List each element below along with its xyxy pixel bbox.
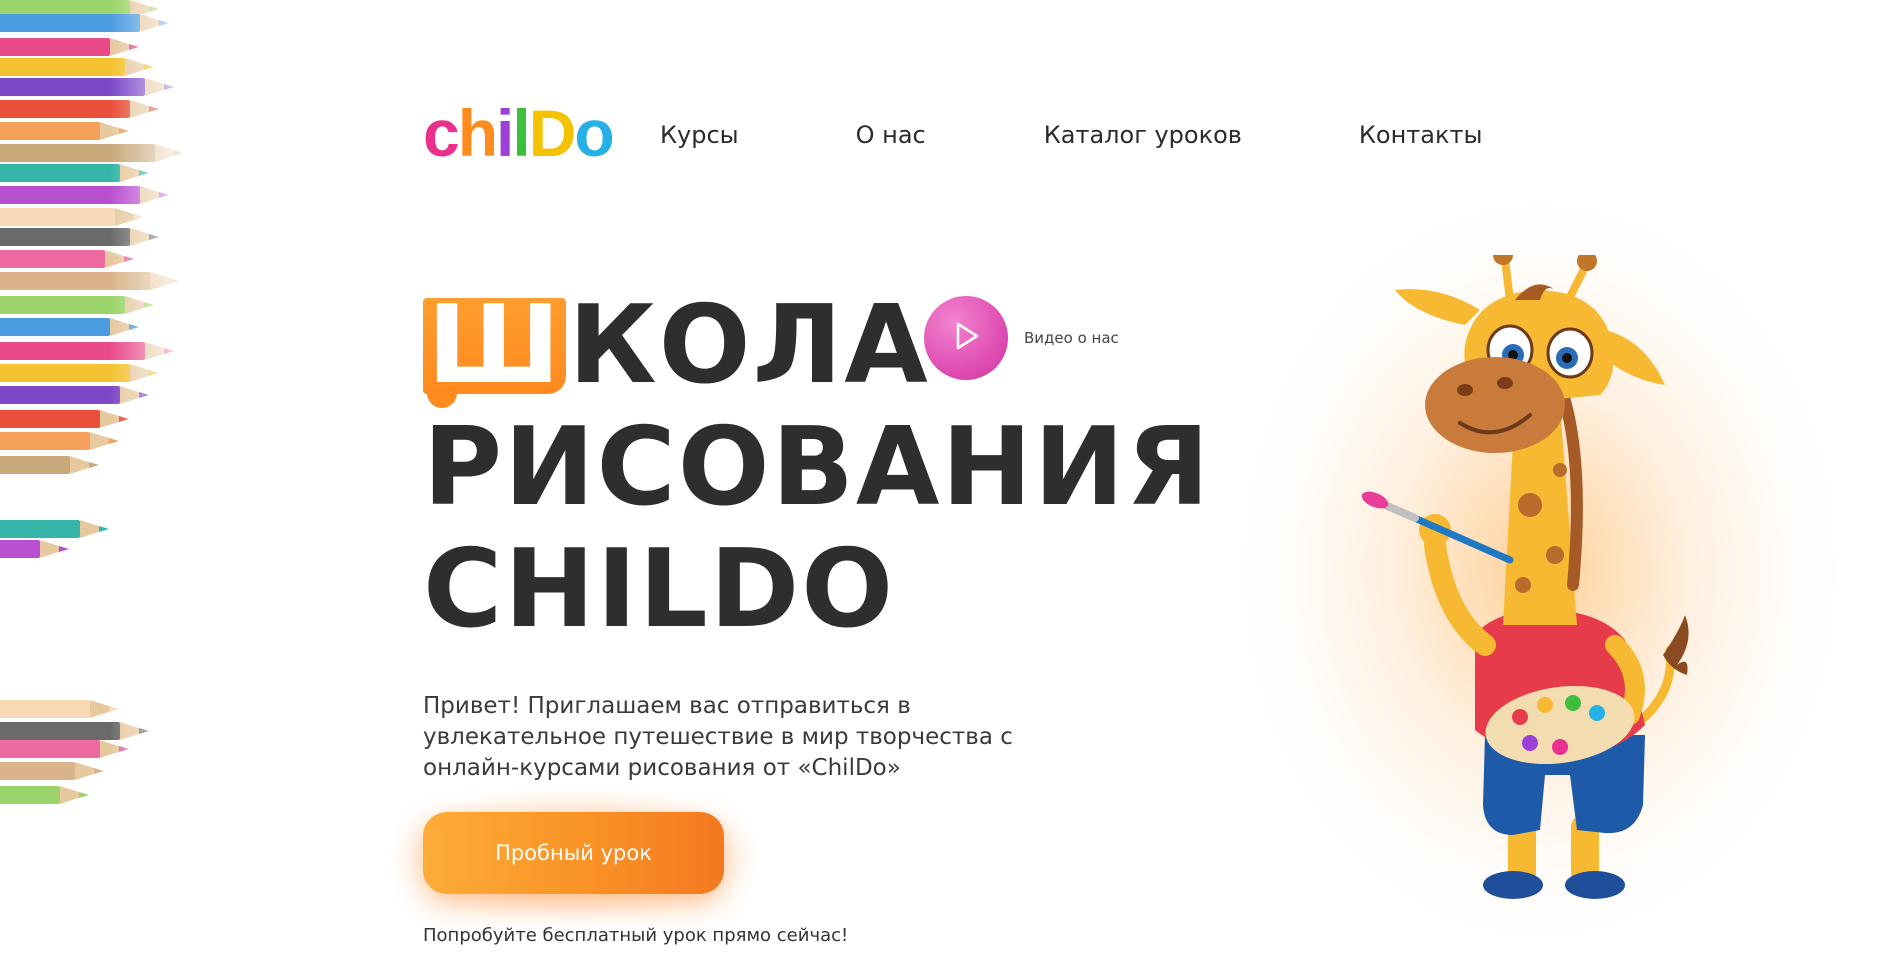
nav-link-about[interactable]: О нас — [856, 121, 926, 149]
pencil — [0, 144, 195, 162]
pencil — [0, 164, 160, 182]
pencil — [0, 122, 140, 140]
cta-hint: Попробуйте бесплатный урок прямо сейчас! — [423, 925, 849, 946]
video-label[interactable]: Видео о нас — [1024, 329, 1119, 347]
nav-link-catalog[interactable]: Каталог уроков — [1044, 121, 1242, 149]
pencil — [0, 342, 185, 360]
pencil — [0, 410, 140, 428]
pencil — [0, 228, 170, 246]
pencil — [0, 208, 155, 226]
pencil — [0, 58, 165, 76]
giraffe-mascot-illustration — [1361, 255, 1689, 899]
pencil — [0, 740, 140, 758]
hero-title-line-1-rest: КОЛА — [568, 283, 930, 408]
pencil — [0, 762, 115, 780]
pencil — [0, 186, 180, 204]
pencil — [0, 786, 100, 804]
pencil — [0, 318, 150, 336]
pencil — [0, 364, 170, 382]
hero-title-accent-letter: Ш — [423, 292, 567, 408]
play-icon — [949, 319, 983, 357]
logo-letter: o — [574, 96, 614, 170]
pencil — [0, 14, 180, 32]
pencil — [0, 38, 150, 56]
logo-letter: h — [457, 96, 498, 170]
pencil — [0, 250, 145, 268]
pencil — [0, 386, 160, 404]
landing-page: chilDo Курсы О нас Каталог уроков Контак… — [0, 0, 1898, 967]
pencil — [0, 722, 160, 740]
pencil — [0, 700, 130, 718]
logo-letter: l — [512, 96, 530, 170]
pencil — [0, 296, 165, 314]
colored-pencils-decoration — [0, 0, 200, 967]
main-nav: Курсы О нас Каталог уроков Контакты — [660, 119, 1482, 151]
hero-title-line-3: CHILDO — [423, 527, 896, 652]
pencil — [0, 100, 170, 118]
trial-lesson-button[interactable]: Пробный урок — [423, 812, 724, 894]
pencil — [0, 78, 185, 96]
nav-link-contacts[interactable]: Контакты — [1359, 121, 1483, 149]
childo-logo[interactable]: chilDo — [423, 96, 615, 170]
hero-title-line-2: РИСОВАНИЯ — [423, 405, 1212, 530]
pencil — [0, 456, 110, 474]
logo-letter: c — [423, 96, 460, 170]
logo-letter: i — [496, 96, 514, 170]
pencil — [0, 540, 80, 558]
pencil — [0, 432, 130, 450]
hero-description: Привет! Приглашаем вас отправиться в увл… — [423, 693, 1013, 781]
pencil — [0, 520, 120, 538]
logo-letter: D — [528, 96, 577, 170]
video-play-button[interactable] — [924, 296, 1008, 380]
nav-link-courses[interactable]: Курсы — [660, 121, 739, 149]
pencil — [0, 272, 190, 290]
